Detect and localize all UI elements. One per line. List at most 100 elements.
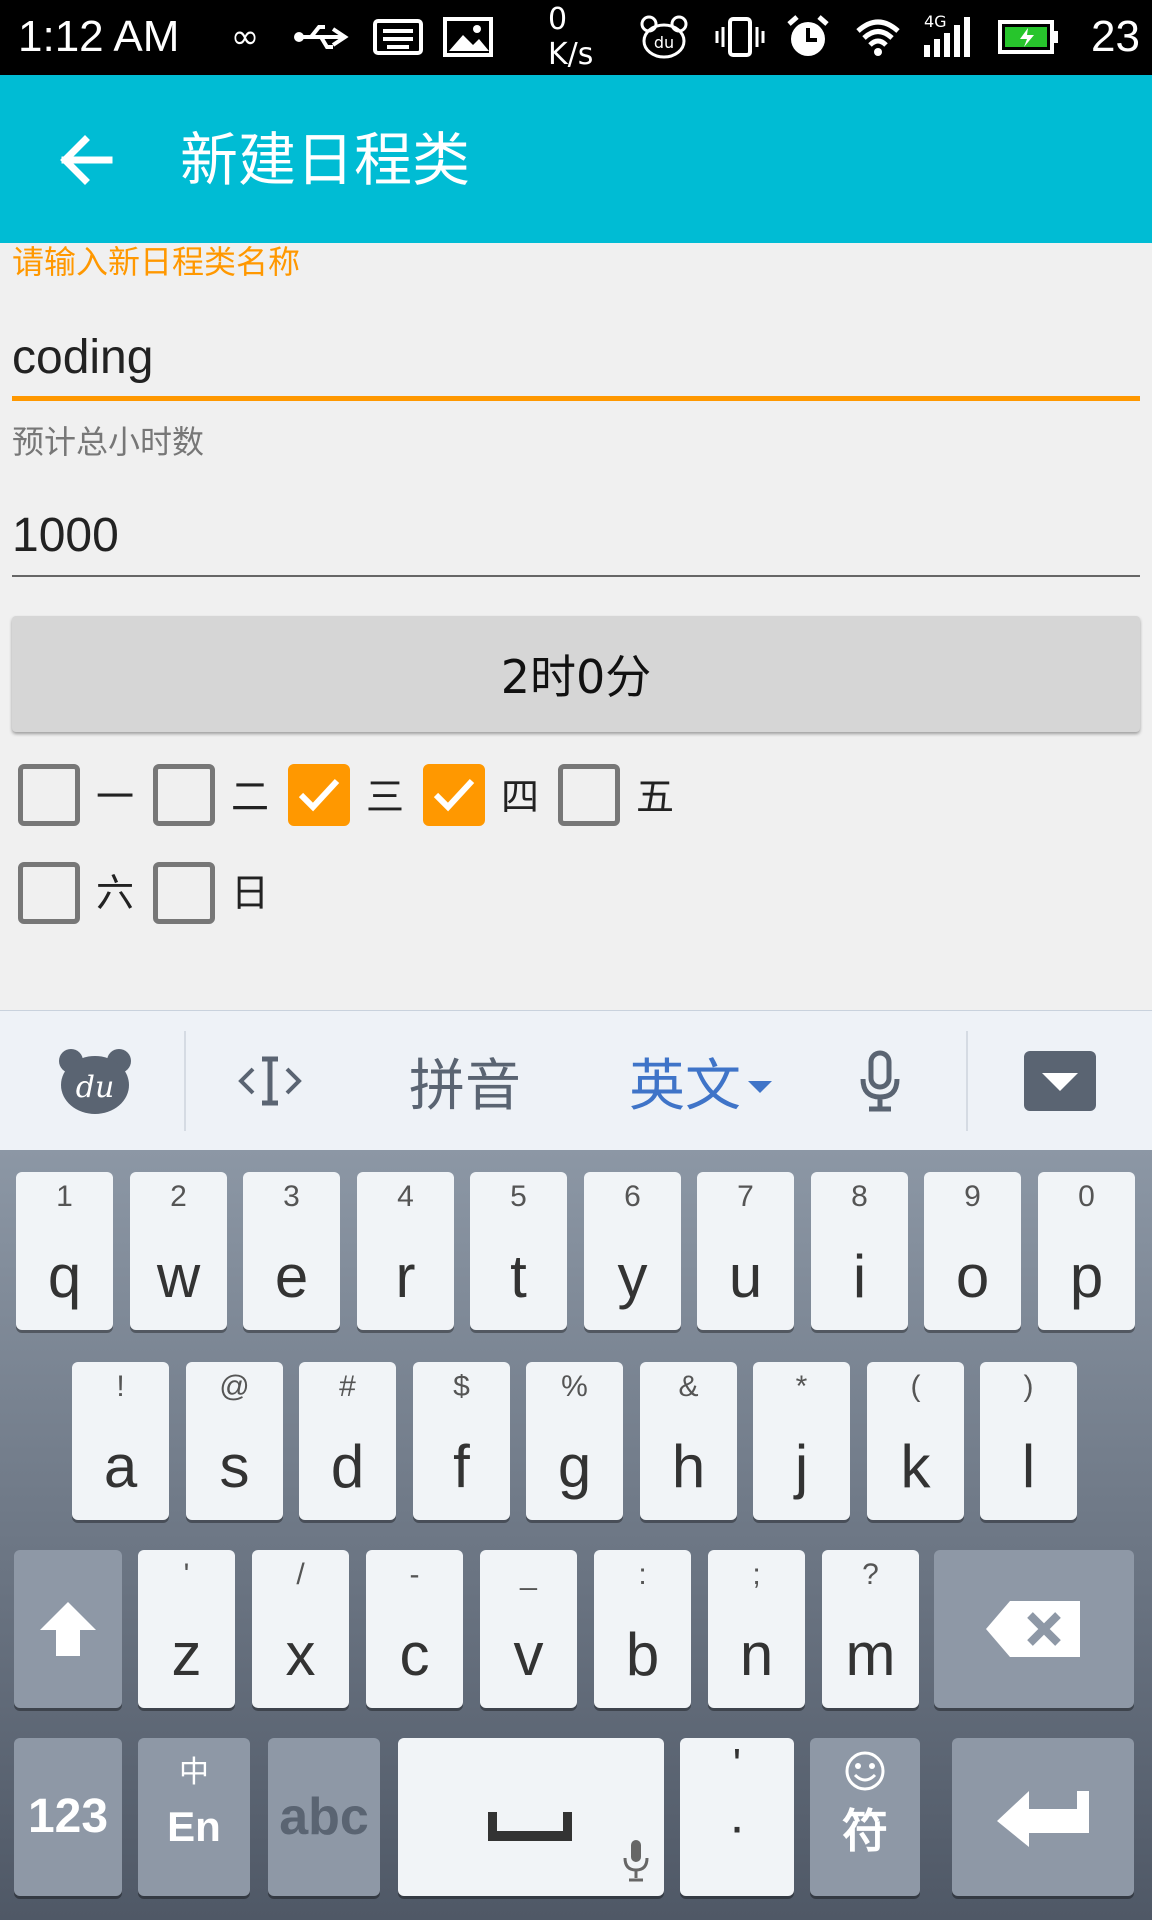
backspace-key[interactable] — [934, 1550, 1134, 1708]
key-j-alt: * — [795, 1370, 808, 1403]
backspace-icon — [986, 1601, 1080, 1657]
key-d-alt: # — [339, 1370, 356, 1403]
punctuation-key[interactable]: ' · — [680, 1738, 794, 1896]
key-e[interactable]: 3e — [243, 1172, 340, 1330]
checkbox-monday[interactable] — [18, 764, 80, 826]
checkmark-icon — [298, 778, 340, 812]
key-z-label: z — [171, 1621, 202, 1688]
key-l-alt: ) — [1023, 1370, 1034, 1403]
key-c-label: c — [399, 1621, 430, 1688]
symbols-key[interactable]: 符 — [810, 1738, 920, 1896]
usb-icon — [290, 14, 356, 60]
key-a[interactable]: ! a — [72, 1362, 169, 1520]
key-m[interactable]: ? m — [822, 1550, 919, 1708]
key-b[interactable]: :b — [594, 1550, 691, 1708]
key-d[interactable]: # d — [299, 1362, 396, 1520]
abc-key[interactable]: abc — [268, 1738, 380, 1896]
checkbox-thursday[interactable] — [423, 764, 485, 826]
du-logo-icon[interactable]: du — [40, 1011, 150, 1151]
key-g[interactable]: % g — [526, 1362, 623, 1520]
du-bear-icon: du — [636, 14, 692, 60]
checkbox-tuesday[interactable] — [153, 764, 215, 826]
key-k-alt: ( — [910, 1370, 921, 1403]
cursor-move-icon[interactable] — [220, 1011, 320, 1151]
key-v[interactable]: _ v — [480, 1550, 577, 1708]
hours-input[interactable]: 1000 — [12, 504, 119, 568]
key-r[interactable]: 4r — [357, 1172, 454, 1330]
key-f[interactable]: $ f — [413, 1362, 510, 1520]
key-p[interactable]: 0p — [1038, 1172, 1135, 1330]
time-picker-button[interactable]: 2时0分 — [12, 616, 1140, 732]
key-k[interactable]: (k — [867, 1362, 964, 1520]
signal-icon: 4G — [918, 12, 978, 60]
soft-keyboard: 1q 2w 3e 4r 5t 6y 7u 8i 9o 0p ! a @ s # d $… — [0, 1150, 1152, 1920]
key-y-label: y — [617, 1243, 648, 1310]
app-toolbar: 新建日程类 — [0, 75, 1152, 243]
key-t[interactable]: 5t — [470, 1172, 567, 1330]
key-n[interactable]: ; n — [708, 1550, 805, 1708]
alarm-icon — [780, 14, 836, 60]
key-f-alt: $ — [453, 1370, 470, 1403]
key-a-alt: ! — [116, 1370, 125, 1403]
key-p-label: p — [1069, 1243, 1104, 1310]
checkbox-wednesday[interactable] — [288, 764, 350, 826]
space-mic-icon — [623, 1840, 649, 1882]
hide-keyboard-icon[interactable] — [1020, 1011, 1100, 1151]
battery-icon — [996, 14, 1062, 60]
key-b-alt: : — [638, 1558, 647, 1591]
network-type: 4G — [924, 12, 947, 31]
name-input-underline — [12, 396, 1140, 401]
key-i[interactable]: 8i — [811, 1172, 908, 1330]
key-q-label: q — [47, 1243, 82, 1310]
key-j-label: j — [794, 1433, 809, 1500]
key-n-label: n — [739, 1621, 774, 1688]
numbers-key[interactable]: 123 — [14, 1738, 122, 1896]
space-key[interactable] — [398, 1738, 664, 1896]
key-s-label: s — [219, 1433, 250, 1500]
key-z[interactable]: ' z — [138, 1550, 235, 1708]
key-h[interactable]: & h — [640, 1362, 737, 1520]
symbols-key-label: 符 — [842, 1804, 888, 1858]
status-bar: 1:12 AM ∞ 0 K/s du 4G 23 — [0, 0, 1152, 75]
infinity-icon: ∞ — [230, 17, 260, 57]
key-h-alt: & — [678, 1370, 699, 1403]
enter-key[interactable] — [952, 1738, 1134, 1896]
status-time: 1:12 AM — [18, 12, 180, 61]
key-y[interactable]: 6y — [584, 1172, 681, 1330]
page-title: 新建日程类 — [180, 126, 471, 194]
image-icon — [440, 14, 496, 60]
key-o[interactable]: 9o — [924, 1172, 1021, 1330]
checkbox-sunday[interactable] — [153, 862, 215, 924]
key-a-label: a — [103, 1433, 138, 1500]
key-w[interactable]: 2w — [130, 1172, 227, 1330]
name-input[interactable]: coding — [12, 326, 153, 390]
key-x[interactable]: / x — [252, 1550, 349, 1708]
wifi-icon — [850, 14, 906, 60]
ime-pinyin-tab[interactable]: 拼音 — [380, 1011, 550, 1151]
enter-arrow-icon — [997, 1791, 1089, 1847]
language-switch-bottom: En — [167, 1803, 221, 1850]
key-f-label: f — [453, 1433, 470, 1500]
key-w-label: w — [156, 1243, 201, 1310]
key-r-label: r — [395, 1243, 416, 1310]
ime-english-tab[interactable]: 英文 — [610, 1011, 760, 1151]
battery-level: 23 — [1091, 12, 1140, 61]
key-c[interactable]: -c — [366, 1550, 463, 1708]
key-e-label: e — [274, 1243, 309, 1310]
microphone-icon[interactable] — [840, 1011, 920, 1151]
back-arrow-icon[interactable] — [40, 115, 130, 205]
language-switch-top: 中 — [179, 1756, 209, 1789]
key-q[interactable]: 1q — [16, 1172, 113, 1330]
key-u[interactable]: 7u — [697, 1172, 794, 1330]
key-l[interactable]: ) l — [980, 1362, 1077, 1520]
key-j[interactable]: * j — [753, 1362, 850, 1520]
shift-key[interactable] — [14, 1550, 122, 1708]
language-switch-key[interactable]: 中 En — [138, 1738, 250, 1896]
checkbox-friday[interactable] — [558, 764, 620, 826]
key-g-alt: % — [561, 1370, 588, 1403]
key-s[interactable]: @ s — [186, 1362, 283, 1520]
checkbox-saturday[interactable] — [18, 862, 80, 924]
hours-input-underline — [12, 575, 1140, 577]
key-l-label: l — [1021, 1433, 1036, 1500]
checkbox-saturday-label: 六 — [96, 871, 135, 915]
